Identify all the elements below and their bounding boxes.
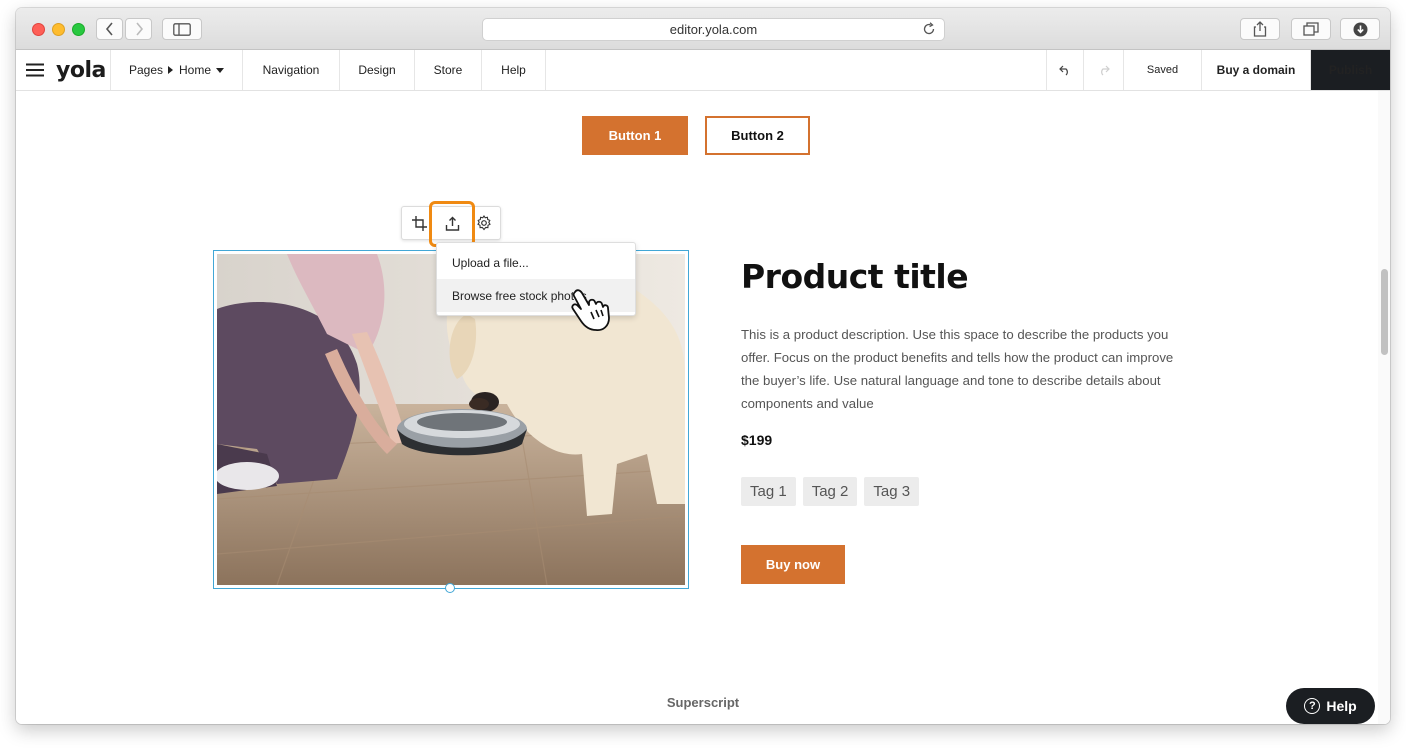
buy-domain-link[interactable]: Buy a domain bbox=[1202, 50, 1311, 90]
tabs-overview-button[interactable] bbox=[1291, 18, 1331, 40]
caret-right-icon bbox=[168, 66, 173, 74]
downloads-button[interactable] bbox=[1340, 18, 1380, 40]
image-resize-handle[interactable] bbox=[445, 583, 455, 593]
share-icon bbox=[1253, 21, 1267, 37]
yola-logo[interactable]: yola bbox=[56, 58, 106, 83]
nav-store[interactable]: Store bbox=[415, 50, 482, 90]
help-button[interactable]: ? Help bbox=[1286, 688, 1375, 724]
back-button[interactable] bbox=[96, 18, 123, 40]
zoom-window-button[interactable] bbox=[72, 23, 85, 36]
current-page-label: Home bbox=[179, 63, 212, 77]
editor-canvas: Button 1 Button 2 Upload a file... Brows… bbox=[16, 91, 1390, 724]
menu-and-logo: yola bbox=[16, 50, 111, 90]
editor-toolbar: yola Pages Home Navigation Design Store … bbox=[16, 50, 1390, 91]
reload-icon[interactable] bbox=[922, 22, 936, 39]
tag-1[interactable]: Tag 1 bbox=[741, 477, 796, 506]
redo-button[interactable] bbox=[1084, 50, 1124, 90]
address-bar[interactable]: editor.yola.com bbox=[482, 18, 945, 41]
share-button[interactable] bbox=[1240, 18, 1280, 40]
undo-button[interactable] bbox=[1046, 50, 1084, 90]
download-icon bbox=[1353, 22, 1367, 36]
minimize-window-button[interactable] bbox=[52, 23, 65, 36]
product-price[interactable]: $199 bbox=[741, 432, 772, 448]
product-description[interactable]: This is a product description. Use this … bbox=[741, 323, 1181, 415]
hand-pointer-icon bbox=[571, 289, 610, 331]
save-status: Saved bbox=[1124, 50, 1202, 90]
product-tags: Tag 1 Tag 2 Tag 3 bbox=[741, 477, 920, 506]
close-window-button[interactable] bbox=[32, 23, 45, 36]
nav-navigation[interactable]: Navigation bbox=[243, 50, 340, 90]
superscript-text[interactable]: Superscript bbox=[16, 695, 1390, 710]
button-2[interactable]: Button 2 bbox=[705, 116, 810, 155]
scrollbar-thumb[interactable] bbox=[1381, 269, 1388, 355]
nav-design[interactable]: Design bbox=[340, 50, 415, 90]
pages-menu[interactable]: Pages Home bbox=[111, 50, 243, 90]
chevron-left-icon bbox=[105, 22, 113, 36]
sidebar-toggle-button[interactable] bbox=[162, 18, 202, 40]
chevron-right-icon bbox=[135, 22, 143, 36]
button-1[interactable]: Button 1 bbox=[582, 116, 688, 155]
tag-2[interactable]: Tag 2 bbox=[802, 477, 858, 506]
product-title[interactable]: Product title bbox=[741, 257, 969, 296]
publish-button[interactable]: Publish bbox=[1311, 50, 1390, 90]
tag-3[interactable]: Tag 3 bbox=[864, 477, 920, 506]
gear-icon bbox=[477, 215, 491, 231]
upload-file-option[interactable]: Upload a file... bbox=[437, 246, 635, 279]
buy-now-button[interactable]: Buy now bbox=[741, 545, 845, 584]
help-icon: ? bbox=[1304, 698, 1321, 714]
scrollbar-track[interactable] bbox=[1378, 91, 1390, 724]
forward-button[interactable] bbox=[125, 18, 152, 40]
nav-help[interactable]: Help bbox=[482, 50, 546, 90]
browser-window: editor.yola.com yola Pages Home Navigati… bbox=[16, 8, 1390, 724]
url-text: editor.yola.com bbox=[669, 22, 758, 37]
pages-label: Pages bbox=[128, 63, 163, 77]
crop-icon bbox=[411, 215, 427, 231]
hamburger-menu-icon[interactable] bbox=[26, 63, 44, 77]
undo-icon bbox=[1059, 65, 1068, 75]
browser-titlebar: editor.yola.com bbox=[16, 8, 1390, 50]
redo-icon bbox=[1100, 65, 1110, 75]
help-label: Help bbox=[1326, 698, 1357, 714]
tabs-icon bbox=[1303, 22, 1319, 36]
upload-button-highlight bbox=[429, 201, 475, 247]
sidebar-icon bbox=[173, 22, 191, 36]
caret-down-icon bbox=[216, 67, 225, 73]
